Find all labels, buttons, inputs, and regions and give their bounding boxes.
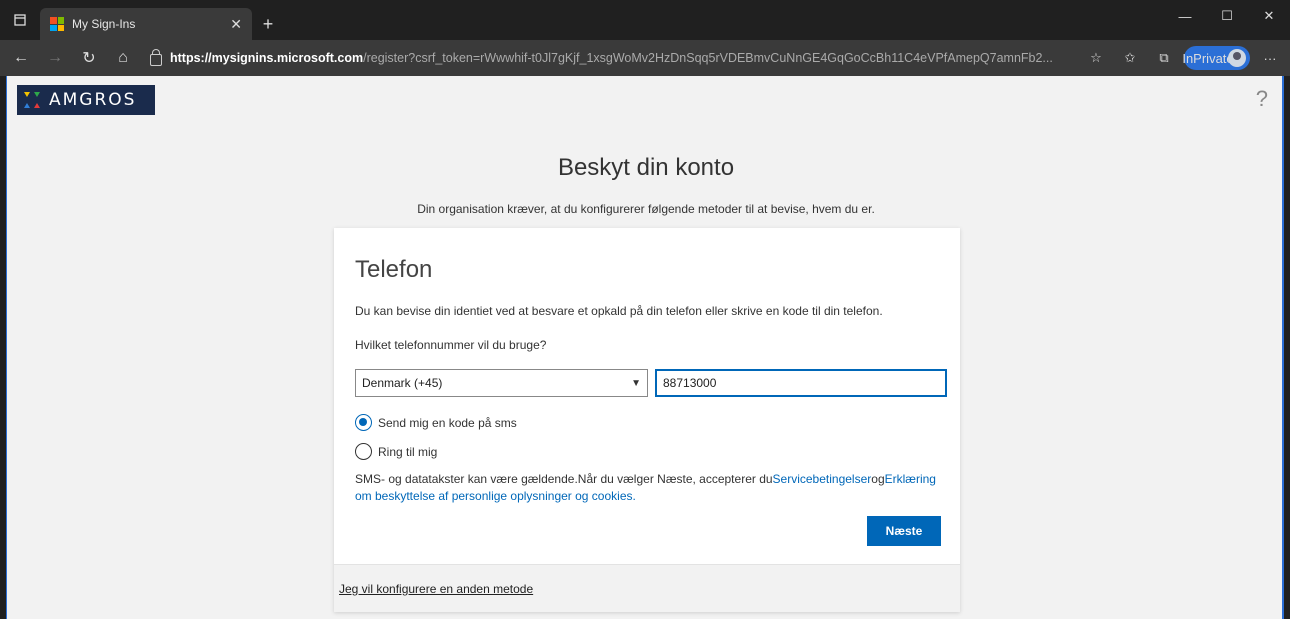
address-toolbar: ← → ↻ ⌂ https://mysignins.microsoft.com/… xyxy=(0,40,1290,76)
legal-text: SMS- og datatakster kan være gældende.Nå… xyxy=(355,472,773,486)
amgros-logo: AMGROS xyxy=(17,85,155,115)
forward-icon[interactable]: → xyxy=(40,44,70,72)
url-scheme: https:// xyxy=(170,51,212,65)
microsoft-logo-icon xyxy=(50,17,64,31)
radio-call-label: Ring til mig xyxy=(378,444,438,459)
phone-question: Hvilket telefonnummer vil du bruge? xyxy=(355,338,547,352)
country-selected-value: Denmark (+45) xyxy=(362,376,443,390)
card-description: Du kan bevise din identiet ved at besvar… xyxy=(355,304,883,318)
chevron-down-icon: ▼ xyxy=(631,377,641,389)
close-window-icon[interactable]: ✕ xyxy=(1248,0,1290,32)
help-icon[interactable]: ? xyxy=(1256,86,1268,112)
inprivate-label: InPrivate xyxy=(1182,50,1234,66)
radio-call-control[interactable] xyxy=(355,443,372,460)
radio-sms-control[interactable] xyxy=(355,414,372,431)
card-title: Telefon xyxy=(355,256,433,283)
other-method-link[interactable]: Jeg vil konfigurere en anden metode xyxy=(339,582,533,596)
url-host: mysignins.microsoft.com xyxy=(211,51,364,65)
add-favorite-icon[interactable]: ☆ xyxy=(1082,44,1110,72)
maximize-icon[interactable]: ☐ xyxy=(1206,0,1248,32)
profile-avatar-icon xyxy=(1228,49,1246,67)
next-button[interactable]: Næste xyxy=(867,516,941,546)
back-icon[interactable]: ← xyxy=(6,44,36,72)
inprivate-button[interactable]: InPrivate xyxy=(1182,46,1250,70)
browser-window: My Sign-Ins ✕ + — ☐ ✕ ← → ↻ ⌂ https://my… xyxy=(0,0,1290,619)
refresh-icon[interactable]: ↻ xyxy=(74,44,104,72)
radio-sms-label: Send mig en kode på sms xyxy=(378,415,517,430)
page-subtitle: Din organisation kræver, at du konfigure… xyxy=(417,202,875,216)
tab-my-sign-ins[interactable]: My Sign-Ins ✕ xyxy=(40,8,252,40)
window-controls: — ☐ ✕ xyxy=(1164,0,1290,32)
phone-number-input[interactable]: 88713000 xyxy=(655,369,947,397)
terms-link[interactable]: Servicebetingelser xyxy=(773,472,872,486)
radio-option-call[interactable]: Ring til mig xyxy=(355,443,437,460)
radio-option-sms[interactable]: Send mig en kode på sms xyxy=(355,414,517,431)
country-select[interactable]: Denmark (+45) ▼ xyxy=(355,369,648,397)
url-path: /register?csrf_token=rWwwhif-t0Jl7gKjf_1… xyxy=(363,51,1053,65)
lock-icon[interactable] xyxy=(150,48,162,66)
home-icon[interactable]: ⌂ xyxy=(108,44,138,72)
page-title: Beskyt din konto xyxy=(557,154,735,181)
favorites-icon[interactable]: ✩ xyxy=(1116,44,1144,72)
card-footer: Jeg vil konfigurere en anden metode xyxy=(334,564,960,612)
phone-method-card: Telefon Du kan bevise din identiet ved a… xyxy=(334,228,960,612)
toolbar-icons: ☆ ✩ ⧉ InPrivate ··· xyxy=(1082,44,1284,72)
minimize-icon[interactable]: — xyxy=(1164,0,1206,32)
more-options-icon[interactable]: ··· xyxy=(1256,44,1284,72)
page-content: AMGROS ? Beskyt din konto Din organisati… xyxy=(6,76,1284,619)
tab-title: My Sign-Ins xyxy=(72,17,136,31)
tab-bar: My Sign-Ins ✕ + — ☐ ✕ xyxy=(0,0,1290,40)
collections-icon[interactable]: ⧉ xyxy=(1150,44,1178,72)
new-tab-button[interactable]: + xyxy=(252,8,284,40)
phone-number-value: 88713000 xyxy=(663,376,717,390)
logo-text: AMGROS xyxy=(49,90,137,110)
amgros-logo-icon xyxy=(24,92,40,108)
address-bar[interactable]: https://mysignins.microsoft.com/register… xyxy=(142,45,1078,71)
legal-notice: SMS- og datatakster kan være gældende.Nå… xyxy=(355,471,955,505)
tab-actions-button[interactable] xyxy=(0,0,40,40)
tab-actions-icon xyxy=(14,14,26,26)
legal-og: og xyxy=(871,472,885,486)
close-tab-icon[interactable]: ✕ xyxy=(230,16,242,33)
